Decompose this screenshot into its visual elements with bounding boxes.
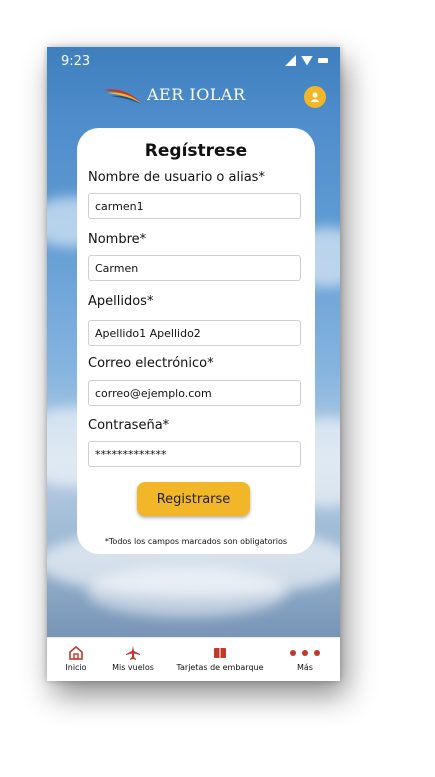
register-card: Regístrese Nombre de usuario o alias* No… [77,128,315,554]
signal-icon [285,55,296,66]
status-time: 9:23 [61,54,91,69]
logo-swoosh-icon [103,88,141,104]
register-button[interactable]: Registrarse [137,482,250,516]
required-note: *Todos los campos marcados son obligator… [104,537,288,546]
system-icons [285,55,328,66]
nav-item-mas[interactable]: Más [283,644,327,672]
wifi-icon [301,55,313,66]
brand-name: AER IOLAR [147,85,246,104]
username-label: Nombre de usuario o alias* [88,170,265,185]
surname-label: Apellidos* [88,294,154,309]
nav-label: Mis vuelos [112,663,154,672]
surname-field[interactable] [88,320,301,346]
nav-item-mis-vuelos[interactable]: Mis vuelos [103,644,163,672]
user-icon [310,92,320,102]
boarding-pass-icon [214,647,226,658]
name-label: Nombre* [88,232,147,247]
nav-label: Inicio [65,663,87,672]
nav-label: Más [297,663,313,672]
nav-item-inicio[interactable]: Inicio [61,644,91,672]
app-screen: 9:23 AER IOLAR Regístrese Nombre de usua… [47,47,340,637]
status-bar: 9:23 [47,47,340,77]
battery-icon [318,58,328,63]
password-field[interactable] [88,441,301,467]
bottom-nav: Inicio Mis vuelos Tarjetas de embarque M… [47,637,340,681]
name-field[interactable] [88,255,301,281]
cloud [87,567,287,617]
nav-label: Tarjetas de embarque [176,663,264,672]
plane-icon [126,645,140,660]
phone-frame: 9:23 AER IOLAR Regístrese Nombre de usua… [47,47,340,681]
email-label: Correo electrónico* [88,356,214,371]
more-dots-icon [283,644,327,661]
user-avatar[interactable] [304,86,326,108]
email-field[interactable] [88,380,301,406]
home-icon [69,645,83,660]
page-title: Regístrese [144,141,248,161]
username-field[interactable] [88,193,301,219]
nav-item-tarjetas[interactable]: Tarjetas de embarque [167,644,273,672]
password-label: Contraseña* [88,418,170,433]
brand-logo: AER IOLAR [101,85,246,104]
